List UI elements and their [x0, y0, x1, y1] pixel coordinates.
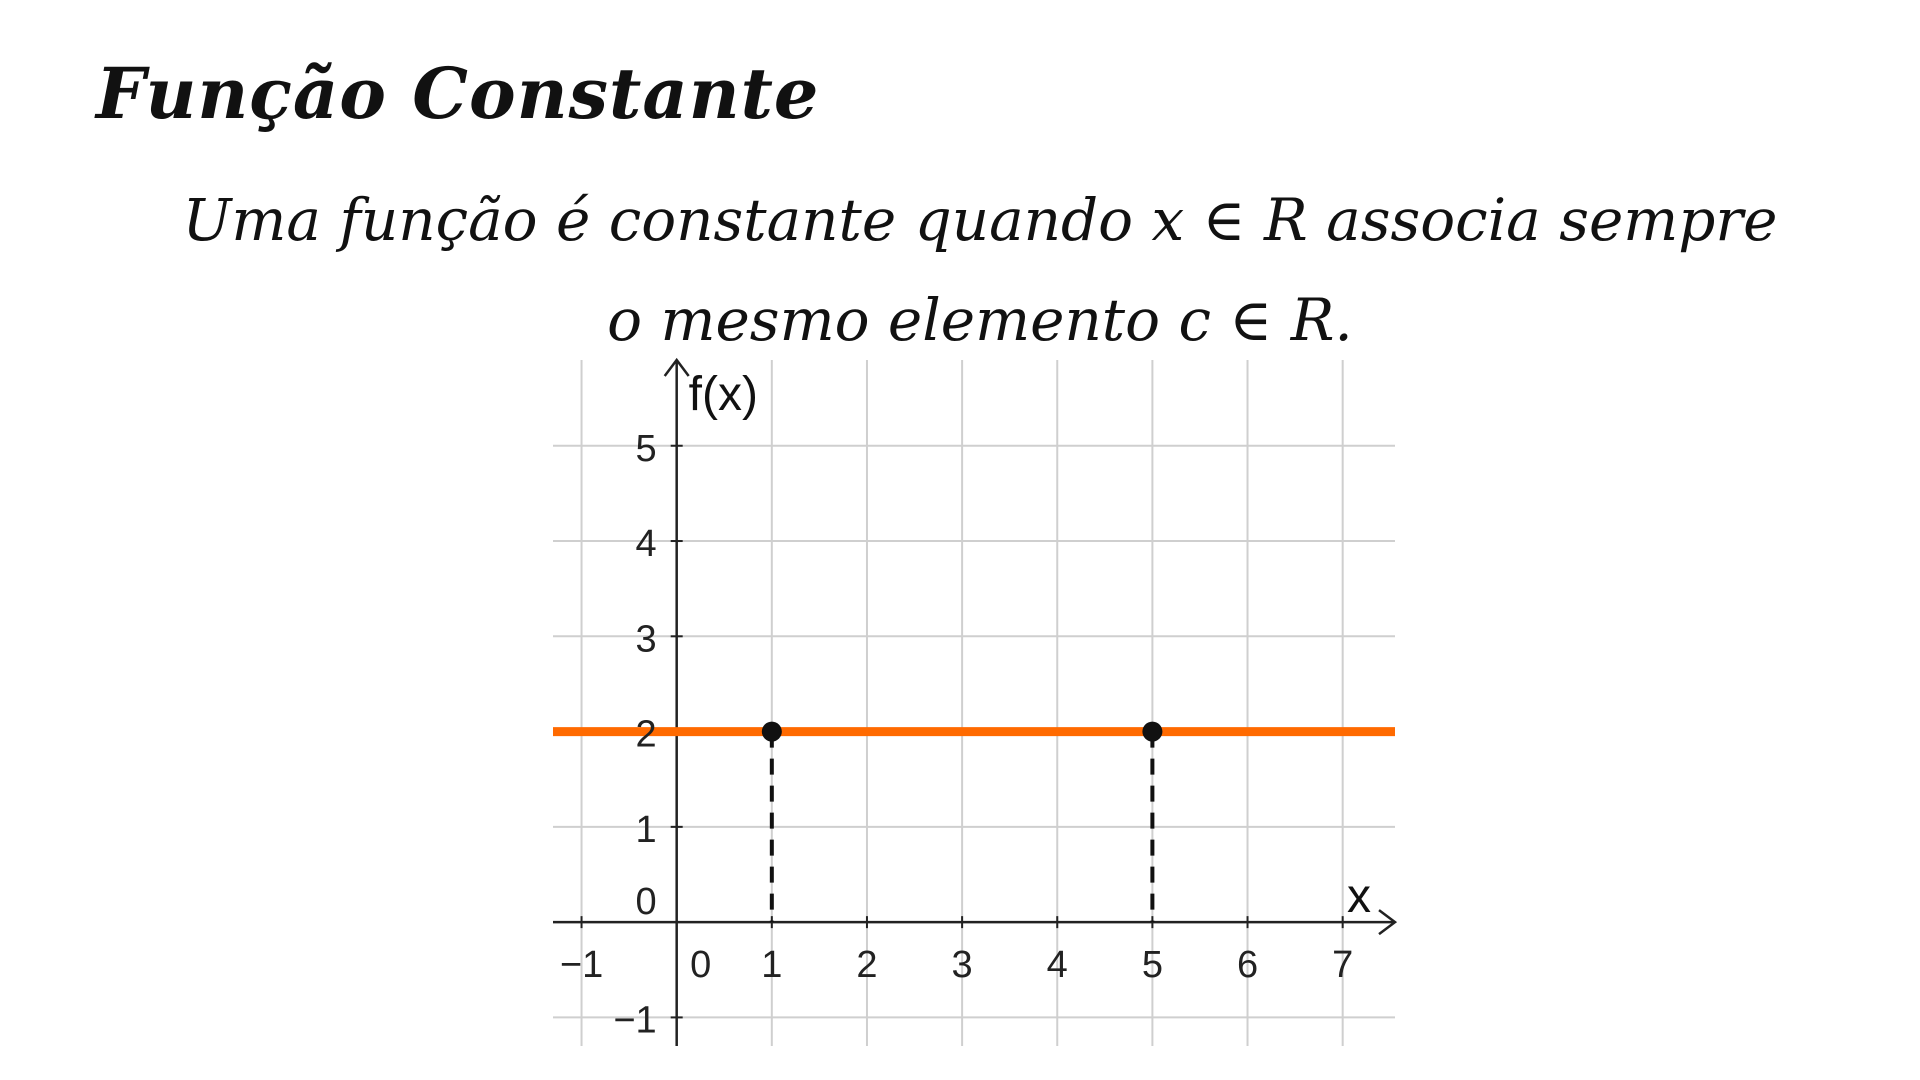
y-tick-label-0: 0 [636, 881, 657, 923]
x-axis-label: x [1347, 870, 1371, 923]
x-tick-label-1: 1 [761, 944, 782, 986]
y-tick-label-2: 2 [636, 714, 657, 756]
x-tick-label-3: 3 [952, 944, 973, 986]
function-point-x-1 [761, 721, 782, 742]
axes [553, 357, 1398, 1046]
function-point-x-5 [1142, 721, 1163, 742]
constant-function-chart: −1 0 1 2 3 4 5 6 7 −1 0 1 2 3 4 5 x f(x) [553, 357, 1398, 1046]
y-axis-label: f(x) [689, 368, 758, 421]
x-tick-label-2: 2 [856, 944, 877, 986]
grid [553, 360, 1395, 1046]
y-tick-label-5: 5 [636, 428, 657, 470]
y-tick-label-1: 1 [636, 809, 657, 851]
x-tick-label-4: 4 [1047, 944, 1068, 986]
x-tick-label-7: 7 [1332, 944, 1353, 986]
x-tick-label-0: 0 [690, 944, 711, 986]
x-tick-label-6: 6 [1237, 944, 1258, 986]
x-tick-label-5: 5 [1142, 944, 1163, 986]
y-tick-label--1: −1 [613, 999, 656, 1041]
y-tick-label-4: 4 [636, 523, 657, 565]
tick-labels: −1 0 1 2 3 4 5 6 7 −1 0 1 2 3 4 5 x f(x) [560, 368, 1371, 1041]
y-tick-label-3: 3 [636, 618, 657, 660]
x-tick-label--1: −1 [560, 944, 603, 986]
